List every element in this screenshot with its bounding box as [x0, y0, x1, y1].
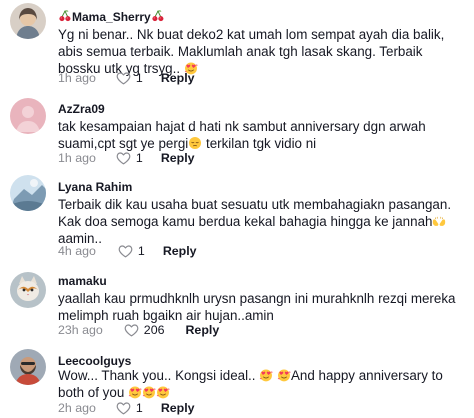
- comment-item: AzZra09 tak kesampaian hajat d hati nk s…: [0, 92, 474, 172]
- avatar[interactable]: [10, 349, 46, 385]
- heart-outline-icon: [116, 71, 131, 85]
- cherries-icon: [58, 9, 72, 23]
- heart-face-icon: [277, 368, 291, 382]
- comment-meta: 1h ago 1 Reply: [58, 149, 195, 167]
- like-count: 1: [135, 401, 143, 415]
- like-button[interactable]: [124, 323, 139, 337]
- comment-username[interactable]: AzZra09: [58, 102, 105, 116]
- comment-text: yaallah kau prmudhknlh urysn pasangn ini…: [58, 291, 456, 323]
- reply-button[interactable]: Reply: [185, 323, 219, 337]
- like-count: 1: [135, 71, 143, 85]
- heart-face-icon: [128, 385, 142, 399]
- comment-meta: 23h ago 206 Reply: [58, 321, 219, 339]
- open-hands-icon: [432, 214, 446, 228]
- like-button[interactable]: [116, 401, 131, 415]
- like-count: 206: [143, 323, 165, 337]
- comment-time: 4h ago: [58, 244, 96, 258]
- comment-meta: 2h ago 1 Reply: [58, 399, 195, 417]
- avatar[interactable]: [10, 175, 46, 211]
- cherries-icon: [151, 9, 165, 23]
- comment-username[interactable]: Lyana Rahim: [58, 180, 132, 194]
- heart-outline-icon: [116, 151, 131, 165]
- comment-item: mamaku yaallah kau prmudhknlh urysn pasa…: [0, 264, 474, 344]
- heart-outline-icon: [118, 244, 133, 258]
- comment-time: 23h ago: [58, 323, 103, 337]
- comment-username[interactable]: Leecoolguys: [58, 354, 131, 368]
- heart-outline-icon: [116, 401, 131, 415]
- comment-item: Mama_Sherry Yg ni benar.. Nk buat deko2 …: [0, 0, 474, 92]
- like-button[interactable]: [116, 71, 131, 85]
- like-count: 1: [135, 151, 143, 165]
- comment-time: 1h ago: [58, 151, 96, 165]
- pensive-face-icon: [188, 136, 202, 150]
- comment-time: 1h ago: [58, 71, 96, 85]
- avatar[interactable]: [10, 98, 46, 134]
- like-button[interactable]: [118, 244, 133, 258]
- heart-face-icon: [259, 368, 273, 382]
- reply-button[interactable]: Reply: [161, 401, 195, 415]
- comment-item: Lyana Rahim Terbaik dik kau usaha buat s…: [0, 172, 474, 264]
- avatar[interactable]: [10, 3, 46, 39]
- heart-face-icon: [156, 385, 170, 399]
- reply-button[interactable]: Reply: [161, 151, 195, 165]
- comment-text: Wow... Thank you.. Kongsi ideal.. And ha…: [58, 368, 443, 400]
- reply-button[interactable]: Reply: [161, 71, 195, 85]
- comment-username[interactable]: Mama_Sherry: [58, 9, 165, 24]
- comment-item: Leecoolguys Wow... Thank you.. Kongsi id…: [0, 344, 474, 418]
- reply-button[interactable]: Reply: [163, 244, 197, 258]
- comment-time: 2h ago: [58, 401, 96, 415]
- heart-outline-icon: [124, 323, 139, 337]
- heart-face-icon: [142, 385, 156, 399]
- comment-meta: 4h ago 1 Reply: [58, 242, 197, 260]
- comment-text: Terbaik dik kau usaha buat sesuatu utk m…: [58, 197, 452, 246]
- like-button[interactable]: [116, 151, 131, 165]
- avatar[interactable]: [10, 272, 46, 308]
- comment-text: tak kesampaian hajat d hati nk sambut an…: [58, 119, 426, 151]
- comment-meta: 1h ago 1 Reply: [58, 69, 195, 87]
- comment-username[interactable]: mamaku: [58, 274, 107, 288]
- like-count: 1: [137, 244, 145, 258]
